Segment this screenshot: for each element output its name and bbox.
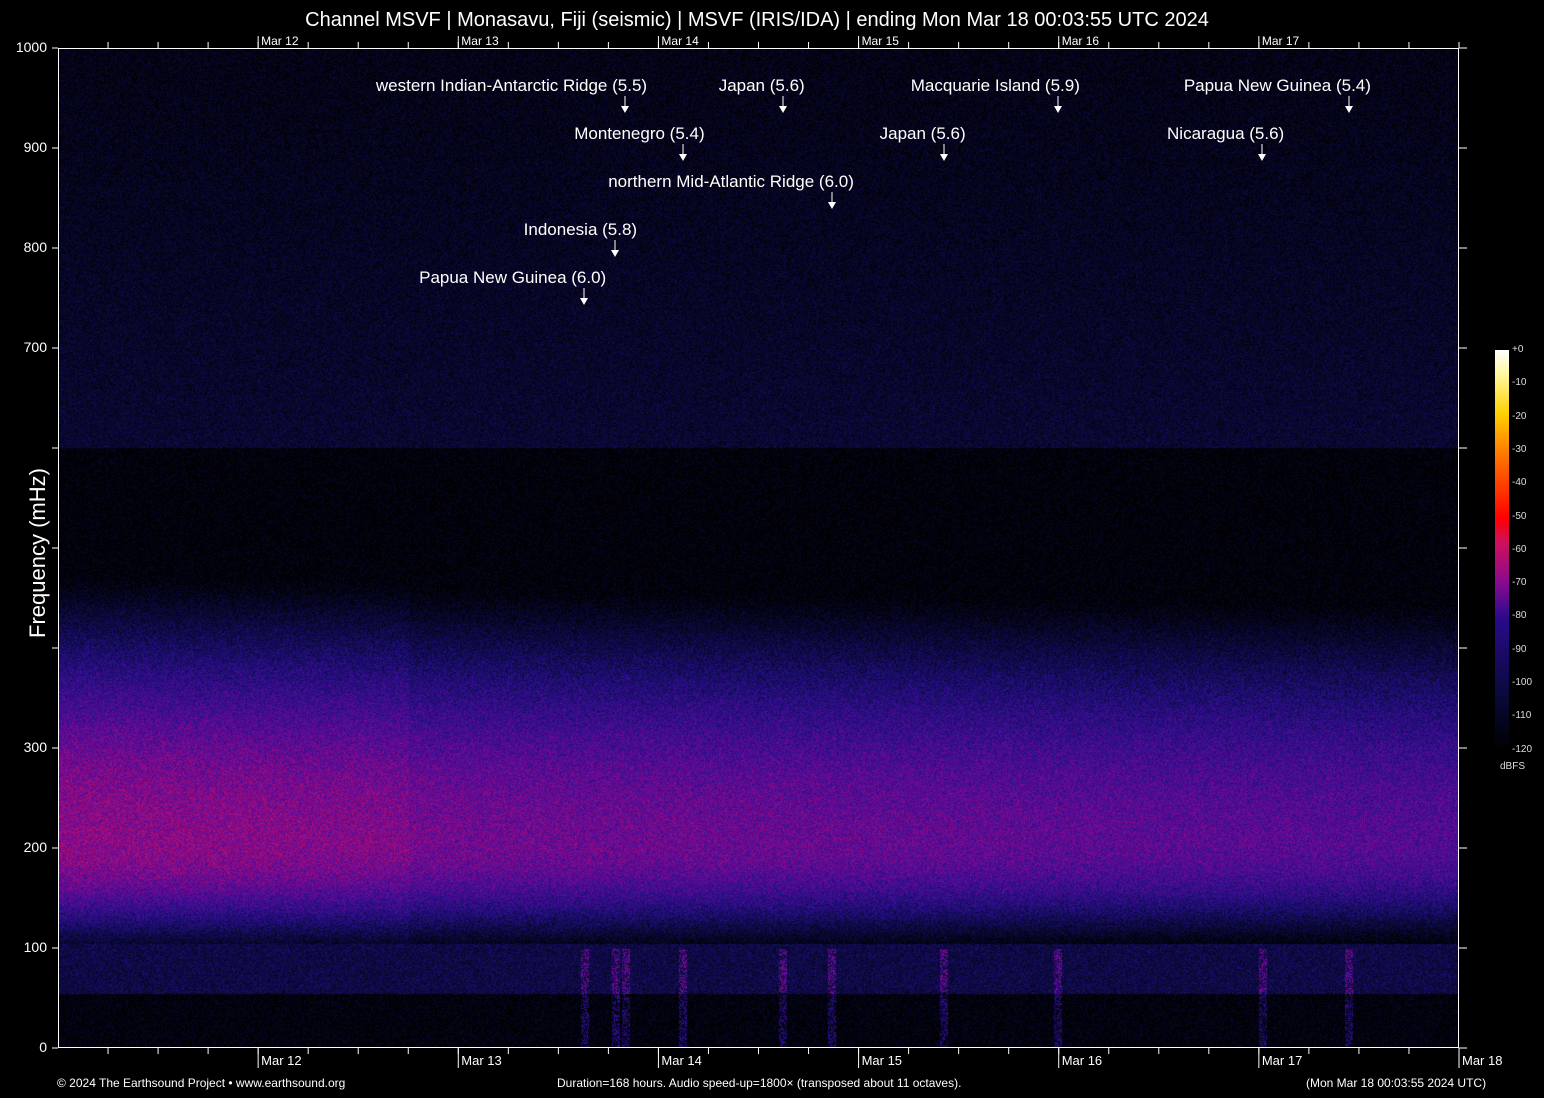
footer-info: Duration=168 hours. Audio speed-up=1800×… — [557, 1076, 961, 1090]
y-tick-label: 300 — [7, 739, 47, 755]
y-tick-label: 200 — [7, 839, 47, 855]
colorbar-tick-label: -60 — [1512, 544, 1526, 555]
colorbar-tick-label: -110 — [1512, 710, 1531, 721]
plot-frame — [58, 48, 1459, 1048]
y-tick-label: 900 — [7, 139, 47, 155]
x-tick-label: Mar 14 — [661, 1053, 701, 1068]
x-tick-label: Mar 17 — [1262, 1053, 1302, 1068]
y-tick-label: 800 — [7, 239, 47, 255]
x-tick-label: Mar 18 — [1462, 1053, 1502, 1068]
down-arrow-icon — [827, 192, 837, 210]
colorbar-tick-label: -90 — [1512, 644, 1526, 655]
colorbar-tick-label: +0 — [1512, 344, 1523, 355]
y-axis-label: Frequency (mHz) — [25, 453, 51, 653]
colorbar-tick-label: -100 — [1512, 677, 1532, 688]
footer-copyright: © 2024 The Earthsound Project • www.eart… — [57, 1076, 345, 1090]
event-label: western Indian-Antarctic Ridge (5.5) — [376, 76, 647, 96]
x-tick-label-top: Mar 17 — [1262, 34, 1299, 48]
event-label: Montenegro (5.4) — [574, 124, 704, 144]
y-tick-label: 700 — [7, 339, 47, 355]
event-label: northern Mid-Atlantic Ridge (6.0) — [608, 172, 854, 192]
x-tick-label-top: Mar 16 — [1062, 34, 1099, 48]
chart-title: Channel MSVF | Monasavu, Fiji (seismic) … — [0, 9, 1514, 32]
down-arrow-icon — [778, 96, 788, 114]
colorbar-tick-label: -120 — [1512, 744, 1532, 755]
event-label: Japan (5.6) — [880, 124, 966, 144]
x-tick-label: Mar 12 — [261, 1053, 301, 1068]
event-label: Nicaragua (5.6) — [1167, 124, 1284, 144]
x-tick-label-top: Mar 13 — [461, 34, 498, 48]
x-tick-label-top: Mar 12 — [261, 34, 298, 48]
colorbar-tick-label: -10 — [1512, 377, 1526, 388]
colorbar-tick-label: -20 — [1512, 411, 1526, 422]
y-tick-label: 1000 — [7, 39, 47, 55]
event-label: Indonesia (5.8) — [524, 220, 637, 240]
x-tick-label: Mar 16 — [1062, 1053, 1102, 1068]
event-label: Macquarie Island (5.9) — [911, 76, 1080, 96]
down-arrow-icon — [620, 96, 630, 114]
down-arrow-icon — [1344, 96, 1354, 114]
down-arrow-icon — [678, 144, 688, 162]
x-tick-label: Mar 13 — [461, 1053, 501, 1068]
event-label: Papua New Guinea (5.4) — [1184, 76, 1371, 96]
x-tick-label-top: Mar 15 — [862, 34, 899, 48]
down-arrow-icon — [1257, 144, 1267, 162]
colorbar-tick-label: -30 — [1512, 444, 1526, 455]
colorbar-tick-label: -70 — [1512, 577, 1526, 588]
y-tick-label: 0 — [7, 1039, 47, 1055]
colorbar-tick-label: -50 — [1512, 511, 1526, 522]
colorbar-tick-label: -80 — [1512, 610, 1526, 621]
x-tick-label-top: Mar 14 — [661, 34, 698, 48]
down-arrow-icon — [579, 288, 589, 306]
colorbar — [1495, 350, 1509, 750]
down-arrow-icon — [1053, 96, 1063, 114]
colorbar-label: dBFS — [1500, 761, 1525, 772]
down-arrow-icon — [939, 144, 949, 162]
event-label: Japan (5.6) — [719, 76, 805, 96]
event-label: Papua New Guinea (6.0) — [419, 268, 606, 288]
footer-end-time: (Mon Mar 18 00:03:55 2024 UTC) — [1306, 1076, 1486, 1090]
y-tick-label: 100 — [7, 939, 47, 955]
x-tick-label: Mar 15 — [862, 1053, 902, 1068]
down-arrow-icon — [610, 240, 620, 258]
plot-area — [58, 48, 1459, 1048]
colorbar-tick-label: -40 — [1512, 477, 1526, 488]
